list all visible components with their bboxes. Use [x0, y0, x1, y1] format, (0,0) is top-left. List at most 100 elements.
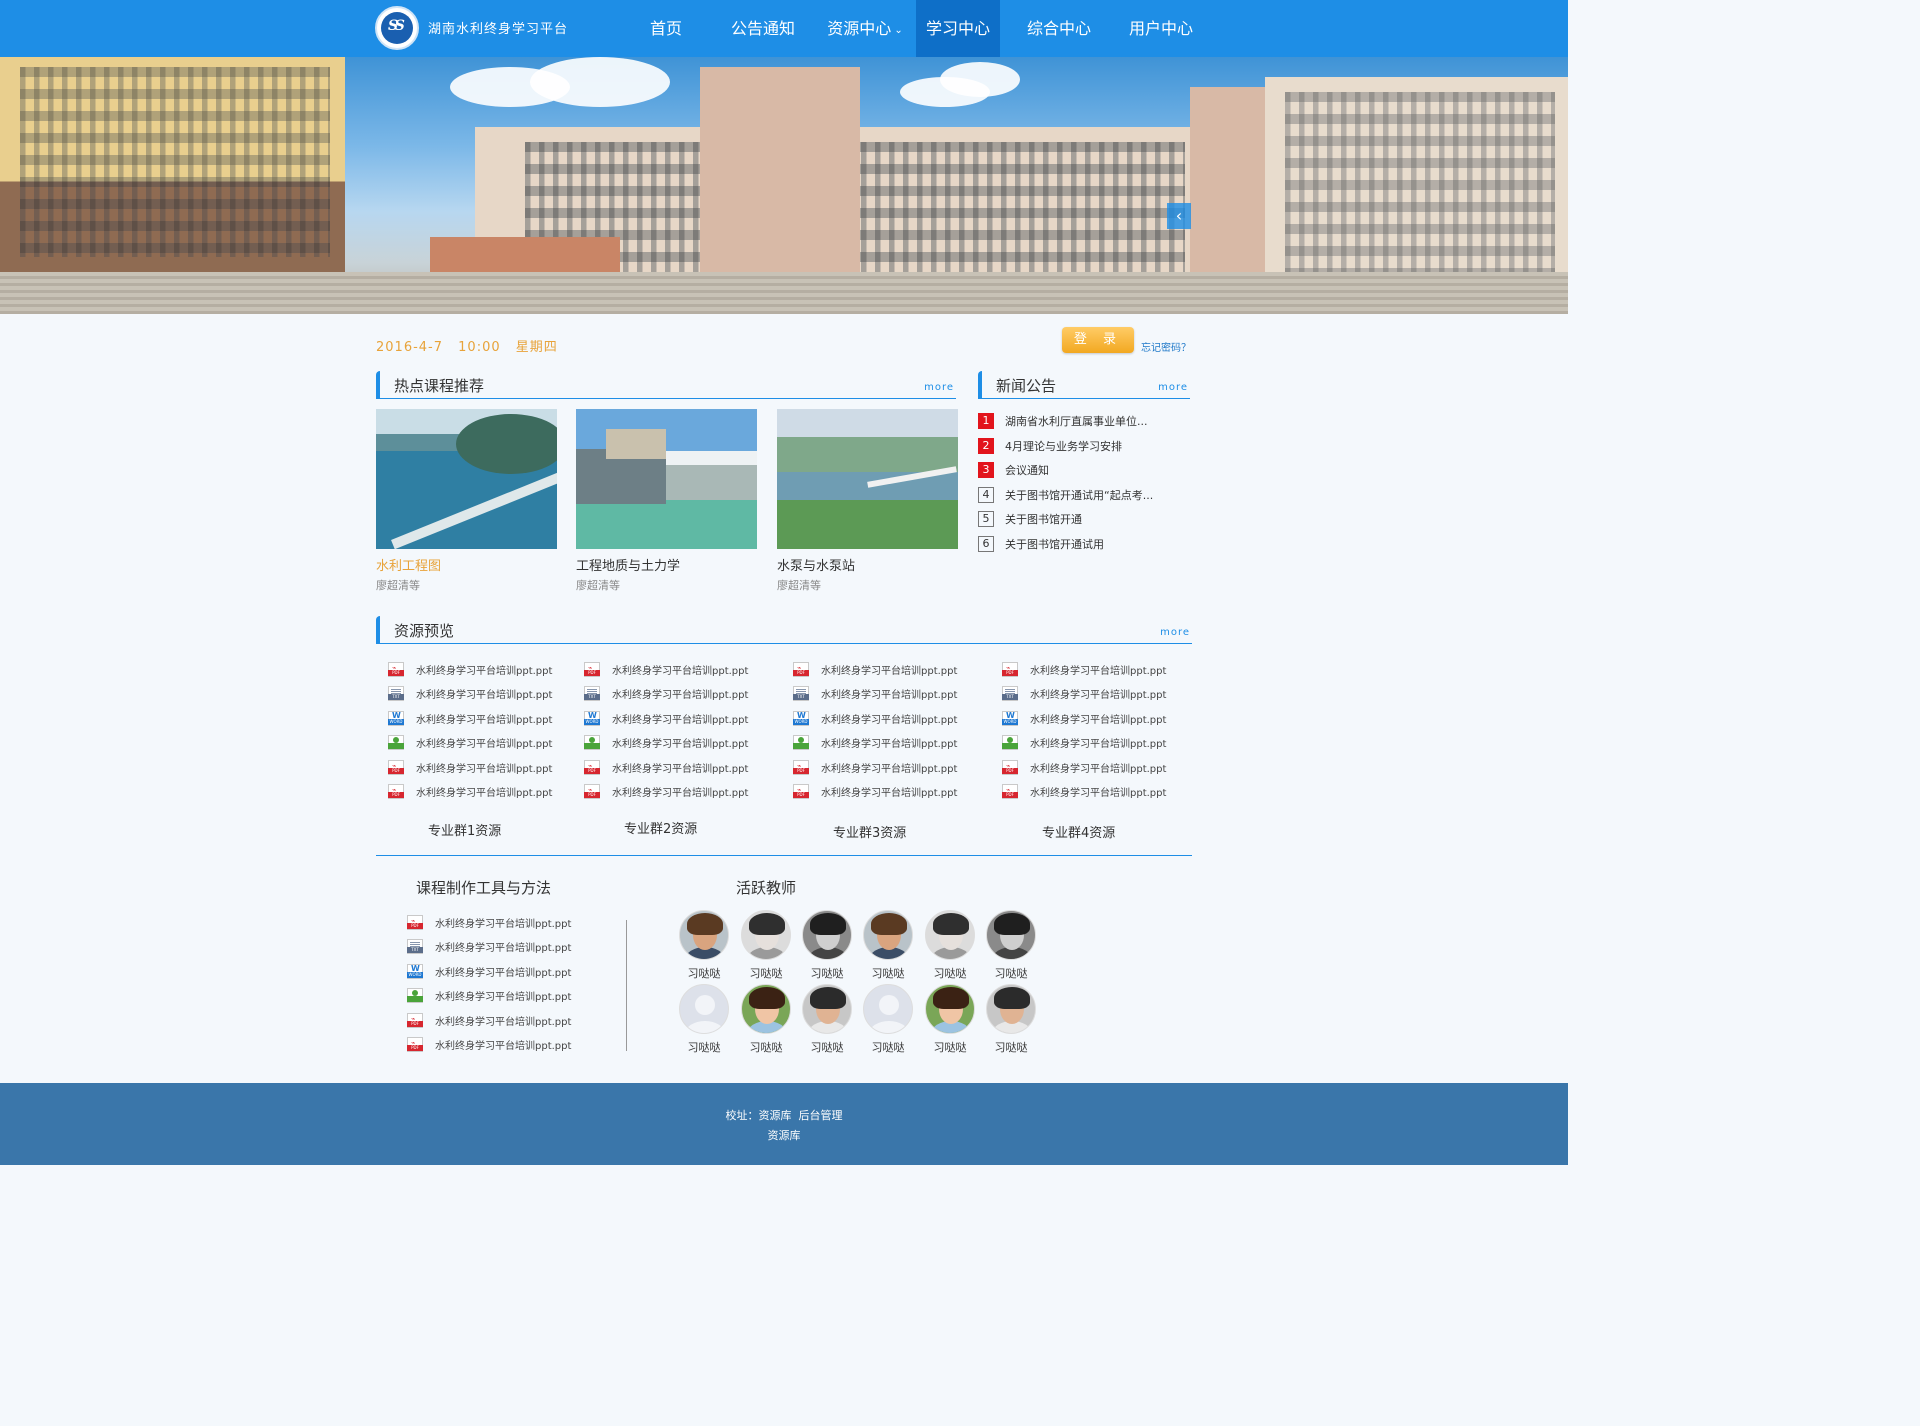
file-item[interactable]: ⌁ PDF 水利终身学习平台培训ppt.ppt [407, 1033, 571, 1058]
nav-home[interactable]: 首页 [620, 0, 712, 57]
file-item[interactable]: ⌁ PDF 水利终身学习平台培训ppt.ppt [793, 755, 957, 780]
file-name[interactable]: 水利终身学习平台培训ppt.ppt [612, 760, 748, 775]
footer-resource-link[interactable]: 资源库 [759, 1109, 792, 1122]
file-name[interactable]: 水利终身学习平台培训ppt.ppt [416, 711, 552, 726]
file-name[interactable]: 水利终身学习平台培训ppt.ppt [1030, 784, 1166, 799]
more-link[interactable]: more [1160, 627, 1190, 638]
file-name[interactable]: 水利终身学习平台培训ppt.ppt [821, 662, 957, 677]
file-name[interactable]: 水利终身学习平台培训ppt.ppt [821, 760, 957, 775]
course-thumbnail[interactable] [576, 409, 757, 549]
resource-group-link[interactable]: 专业群4资源 [1042, 822, 1115, 841]
resource-group-link[interactable]: 专业群2资源 [624, 818, 697, 837]
news-item[interactable]: 4 关于图书馆开通试用“起点考... [978, 483, 1190, 508]
teacher-name[interactable]: 习哒哒 [797, 1039, 857, 1055]
file-name[interactable]: 水利终身学习平台培训ppt.ppt [416, 662, 552, 677]
course-title[interactable]: 工程地质与土力学 [576, 555, 757, 574]
news-item[interactable]: 3 会议通知 [978, 458, 1190, 483]
teacher-name[interactable]: 习哒哒 [981, 1039, 1041, 1055]
news-title[interactable]: 关于图书馆开通试用“起点考... [1005, 487, 1153, 503]
news-title[interactable]: 会议通知 [1005, 462, 1049, 478]
file-item[interactable]: ⌁ PDF 水利终身学习平台培训ppt.ppt [584, 780, 748, 805]
nav-user[interactable]: 用户中心 [1118, 0, 1204, 57]
file-item[interactable]: ⌁ PDF 水利终身学习平台培训ppt.ppt [388, 657, 552, 682]
teacher-card[interactable]: 习哒哒 [797, 984, 857, 1055]
file-name[interactable]: 水利终身学习平台培训ppt.ppt [435, 1013, 571, 1028]
file-item[interactable]: 水利终身学习平台培训ppt.ppt [584, 731, 748, 756]
default-avatar-icon[interactable] [679, 984, 729, 1034]
teacher-name[interactable]: 习哒哒 [674, 965, 734, 981]
file-item[interactable]: 水利终身学习平台培训ppt.ppt [388, 731, 552, 756]
avatar[interactable] [986, 984, 1036, 1034]
file-item[interactable]: ⌁ PDF 水利终身学习平台培训ppt.ppt [1002, 755, 1166, 780]
course-thumbnail[interactable] [777, 409, 958, 549]
file-item[interactable]: ⌁ PDF 水利终身学习平台培训ppt.ppt [1002, 780, 1166, 805]
file-name[interactable]: 水利终身学习平台培训ppt.ppt [1030, 711, 1166, 726]
teacher-name[interactable]: 习哒哒 [736, 1039, 796, 1055]
file-item[interactable]: 水利终身学习平台培训ppt.ppt [407, 984, 571, 1009]
avatar[interactable] [925, 910, 975, 960]
teacher-name[interactable]: 习哒哒 [674, 1039, 734, 1055]
news-item[interactable]: 6 关于图书馆开通试用 [978, 532, 1190, 557]
teacher-card[interactable]: 习哒哒 [797, 910, 857, 981]
teacher-card[interactable]: 习哒哒 [920, 910, 980, 981]
nav-resources[interactable]: 资源中心 ⌄ [814, 0, 916, 57]
file-item[interactable]: ⌁ PDF 水利终身学习平台培训ppt.ppt [584, 755, 748, 780]
avatar[interactable] [802, 910, 852, 960]
file-name[interactable]: 水利终身学习平台培训ppt.ppt [821, 686, 957, 701]
file-name[interactable]: 水利终身学习平台培训ppt.ppt [612, 735, 748, 750]
teacher-name[interactable]: 习哒哒 [858, 965, 918, 981]
teacher-card[interactable]: 习哒哒 [981, 910, 1041, 981]
file-name[interactable]: 水利终身学习平台培训ppt.ppt [435, 939, 571, 954]
more-link[interactable]: more [1158, 382, 1188, 393]
teacher-card[interactable]: 习哒哒 [858, 984, 918, 1055]
file-item[interactable]: ⌁ PDF 水利终身学习平台培训ppt.ppt [407, 910, 571, 935]
nav-notices[interactable]: 公告通知 [712, 0, 814, 57]
news-title[interactable]: 4月理论与业务学习安排 [1005, 438, 1122, 454]
file-name[interactable]: 水利终身学习平台培训ppt.ppt [416, 760, 552, 775]
avatar[interactable] [741, 984, 791, 1034]
file-item[interactable]: ⌁ PDF 水利终身学习平台培训ppt.ppt [793, 657, 957, 682]
file-item[interactable]: ⌁ PDF 水利终身学习平台培训ppt.ppt [407, 1008, 571, 1033]
resource-group-link[interactable]: 专业群3资源 [833, 822, 906, 841]
news-item[interactable]: 5 关于图书馆开通 [978, 507, 1190, 532]
teacher-name[interactable]: 习哒哒 [858, 1039, 918, 1055]
teacher-name[interactable]: 习哒哒 [920, 1039, 980, 1055]
more-link[interactable]: more [924, 382, 954, 393]
file-item[interactable]: ⌁ PDF 水利终身学习平台培训ppt.ppt [584, 657, 748, 682]
avatar[interactable] [986, 910, 1036, 960]
news-item[interactable]: 1 湖南省水利厅直属事业单位... [978, 409, 1190, 434]
teacher-card[interactable]: 习哒哒 [920, 984, 980, 1055]
file-item[interactable]: ⌁ PDF 水利终身学习平台培训ppt.ppt [388, 755, 552, 780]
file-name[interactable]: 水利终身学习平台培训ppt.ppt [435, 988, 571, 1003]
teacher-card[interactable]: 习哒哒 [674, 910, 734, 981]
teacher-card[interactable]: 习哒哒 [981, 984, 1041, 1055]
file-item[interactable]: ⌁ PDF 水利终身学习平台培训ppt.ppt [1002, 657, 1166, 682]
file-name[interactable]: 水利终身学习平台培训ppt.ppt [1030, 760, 1166, 775]
forgot-password-link[interactable]: 忘记密码？ [1141, 339, 1191, 354]
news-title[interactable]: 关于图书馆开通试用 [1005, 536, 1104, 552]
avatar[interactable] [863, 910, 913, 960]
file-name[interactable]: 水利终身学习平台培训ppt.ppt [821, 784, 957, 799]
news-title[interactable]: 关于图书馆开通 [1005, 511, 1082, 527]
file-name[interactable]: 水利终身学习平台培训ppt.ppt [435, 915, 571, 930]
course-card[interactable]: 水泵与水泵站 廖超清等 [777, 409, 958, 593]
file-item[interactable]: 水利终身学习平台培训ppt.ppt [793, 731, 957, 756]
resource-group-link[interactable]: 专业群1资源 [428, 820, 501, 839]
course-title[interactable]: 水利工程图 [376, 555, 557, 574]
teacher-card[interactable]: 习哒哒 [736, 910, 796, 981]
nav-learning[interactable]: 学习中心 [916, 0, 1000, 57]
teacher-card[interactable]: 习哒哒 [674, 984, 734, 1055]
course-card[interactable]: 水利工程图 廖超清等 [376, 409, 557, 593]
file-name[interactable]: 水利终身学习平台培训ppt.ppt [612, 662, 748, 677]
footer-resource-link[interactable]: 资源库 [768, 1129, 801, 1142]
teacher-name[interactable]: 习哒哒 [981, 965, 1041, 981]
file-item[interactable]: ⌁ PDF 水利终身学习平台培训ppt.ppt [793, 780, 957, 805]
file-name[interactable]: 水利终身学习平台培训ppt.ppt [416, 686, 552, 701]
course-thumbnail[interactable] [376, 409, 557, 549]
file-name[interactable]: 水利终身学习平台培训ppt.ppt [612, 711, 748, 726]
file-name[interactable]: 水利终身学习平台培训ppt.ppt [416, 784, 552, 799]
teacher-card[interactable]: 习哒哒 [858, 910, 918, 981]
teacher-name[interactable]: 习哒哒 [797, 965, 857, 981]
file-item[interactable]: ⌁ PDF 水利终身学习平台培训ppt.ppt [388, 780, 552, 805]
file-item[interactable]: W WORD 水利终身学习平台培训ppt.ppt [1002, 706, 1166, 731]
